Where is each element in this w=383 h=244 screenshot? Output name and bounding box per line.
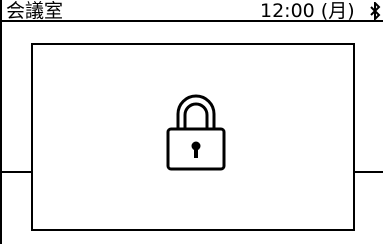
screen: 会議室 12:00 (月) bbox=[0, 0, 383, 244]
status-bar: 会議室 12:00 (月) bbox=[2, 0, 383, 22]
clock-display: 12:00 (月) bbox=[260, 0, 355, 22]
lock-dialog[interactable] bbox=[31, 43, 355, 231]
room-name: 会議室 bbox=[6, 0, 64, 22]
lock-icon bbox=[166, 92, 226, 172]
bluetooth-icon bbox=[368, 0, 382, 22]
